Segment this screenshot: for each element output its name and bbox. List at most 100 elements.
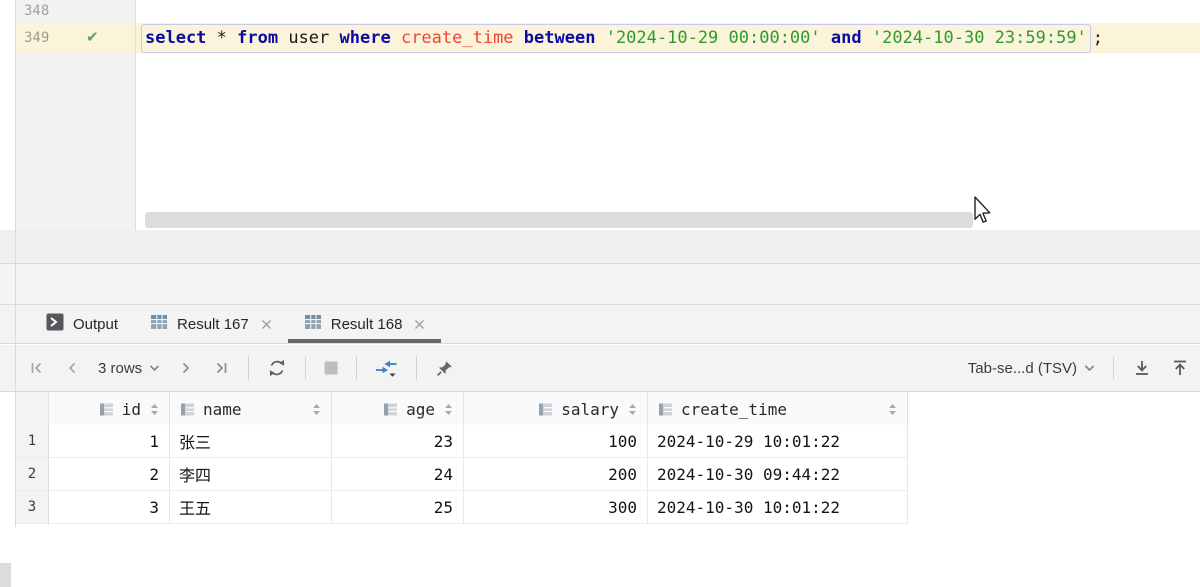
- tab-result-168[interactable]: Result 168: [288, 305, 442, 343]
- row-number[interactable]: 2: [16, 458, 49, 491]
- tab-output[interactable]: Output: [30, 305, 134, 343]
- column-header-age[interactable]: age: [332, 392, 464, 428]
- sort-icon[interactable]: [444, 403, 453, 416]
- sql-token: [514, 28, 524, 48]
- sql-token: '2024-10-30 23:59:59': [872, 28, 1087, 48]
- grid-cell-id[interactable]: 3: [49, 491, 170, 524]
- column-name: create_time: [681, 400, 787, 419]
- results-panel-header-strip: [0, 264, 1200, 305]
- last-page-button[interactable]: [212, 359, 230, 377]
- table-column-icon: [538, 402, 553, 417]
- toolbar-separator: [1113, 356, 1114, 380]
- column-header-name[interactable]: name: [170, 392, 332, 428]
- stop-button[interactable]: [324, 361, 338, 375]
- row-number[interactable]: 1: [16, 425, 49, 458]
- sql-token: [595, 28, 605, 48]
- sort-icon[interactable]: [888, 403, 897, 416]
- line-number-349: 349: [16, 23, 134, 53]
- executed-statement-box[interactable]: select * from user where create_time bet…: [141, 24, 1091, 53]
- column-name: name: [203, 400, 242, 419]
- close-icon[interactable]: [261, 319, 272, 330]
- close-icon[interactable]: [414, 319, 425, 330]
- grid-cell-name[interactable]: 李四: [170, 458, 332, 491]
- sql-statement[interactable]: select * from user where create_time bet…: [145, 25, 1087, 52]
- grid-cell-create_time[interactable]: 2024-10-29 10:01:22: [648, 425, 908, 458]
- table-grid-icon: [150, 313, 168, 336]
- grid-cell-create_time[interactable]: 2024-10-30 09:44:22: [648, 458, 908, 491]
- grid-cell-name[interactable]: 王五: [170, 491, 332, 524]
- export-format-label: Tab-se...d (TSV): [968, 360, 1077, 377]
- grid-cell-age[interactable]: 25: [332, 491, 464, 524]
- sql-token: create_time: [401, 28, 514, 48]
- column-name: id: [122, 400, 141, 419]
- table-column-icon: [658, 402, 673, 417]
- pin-tab-button[interactable]: [435, 359, 454, 378]
- toolbar-separator: [248, 356, 249, 380]
- grid-cell-salary[interactable]: 100: [464, 425, 648, 458]
- gutter-divider: [135, 0, 136, 230]
- chevron-down-icon: [149, 359, 160, 377]
- grid-corner-cell: [16, 392, 49, 428]
- column-header-salary[interactable]: salary: [464, 392, 648, 428]
- panel-left-border: [15, 0, 16, 527]
- scroll-to-top-button[interactable]: [1170, 358, 1190, 378]
- grid-cell-salary[interactable]: 300: [464, 491, 648, 524]
- next-page-button[interactable]: [178, 359, 194, 377]
- reload-page-button[interactable]: [267, 358, 287, 378]
- toolbar-separator: [416, 356, 417, 380]
- column-name: salary: [561, 400, 619, 419]
- sql-token: and: [831, 28, 862, 48]
- tab-result-167[interactable]: Result 167: [134, 305, 288, 343]
- line-number-348: 348: [16, 0, 134, 23]
- sql-token: between: [524, 28, 596, 48]
- sql-statement-row[interactable]: select * from user where create_time bet…: [141, 23, 1103, 53]
- grid-cell-name[interactable]: 张三: [170, 425, 332, 458]
- previous-page-button[interactable]: [64, 359, 80, 377]
- results-toolbar: 3 rows: [0, 345, 1200, 392]
- sql-token: '2024-10-29 00:00:00': [606, 28, 821, 48]
- table-column-icon: [99, 402, 114, 417]
- chevron-down-icon: [1084, 359, 1095, 377]
- tab-label: Output: [73, 316, 118, 333]
- grid-cell-age[interactable]: 24: [332, 458, 464, 491]
- sql-token: from: [237, 28, 278, 48]
- compare-data-button[interactable]: [375, 358, 398, 378]
- table-column-icon: [180, 402, 195, 417]
- sql-token: [391, 28, 401, 48]
- sql-token: *: [206, 28, 237, 48]
- export-format-dropdown[interactable]: Tab-se...d (TSV): [968, 359, 1095, 377]
- grid-cell-salary[interactable]: 200: [464, 458, 648, 491]
- column-header-create-time[interactable]: create_time: [648, 392, 908, 428]
- sort-icon[interactable]: [628, 403, 637, 416]
- result-grid: id name age: [16, 392, 908, 524]
- table-column-icon: [383, 402, 398, 417]
- column-name: age: [406, 400, 435, 419]
- grid-cell-id[interactable]: 1: [49, 425, 170, 458]
- grid-cell-age[interactable]: 23: [332, 425, 464, 458]
- column-header-id[interactable]: id: [49, 392, 170, 428]
- sort-icon[interactable]: [312, 403, 321, 416]
- sql-token: [821, 28, 831, 48]
- terminal-icon: [46, 313, 64, 336]
- grid-cell-create_time[interactable]: 2024-10-30 10:01:22: [648, 491, 908, 524]
- scrollbar-corner: [0, 563, 11, 587]
- sql-token: user: [278, 28, 339, 48]
- sql-token: where: [340, 28, 391, 48]
- sql-token: [862, 28, 872, 48]
- row-count-label: 3 rows: [98, 360, 142, 377]
- row-number[interactable]: 3: [16, 491, 49, 524]
- row-count-dropdown[interactable]: 3 rows: [98, 359, 160, 377]
- grid-cell-id[interactable]: 2: [49, 458, 170, 491]
- results-tab-bar: Output Result 167 Result 168: [0, 305, 1200, 344]
- toolbar-separator: [305, 356, 306, 380]
- sort-icon[interactable]: [150, 403, 159, 416]
- first-page-button[interactable]: [28, 359, 46, 377]
- editor-bottom-band: [0, 230, 1200, 264]
- tab-label: Result 167: [177, 316, 249, 333]
- toolbar-separator: [356, 356, 357, 380]
- editor-horizontal-scrollbar[interactable]: [145, 212, 973, 228]
- statement-success-check-icon[interactable]: ✔: [86, 23, 99, 53]
- tab-label: Result 168: [331, 316, 403, 333]
- export-data-button[interactable]: [1132, 358, 1152, 378]
- sql-editor[interactable]: 348 349 ✔ select * from user where creat…: [0, 0, 1200, 230]
